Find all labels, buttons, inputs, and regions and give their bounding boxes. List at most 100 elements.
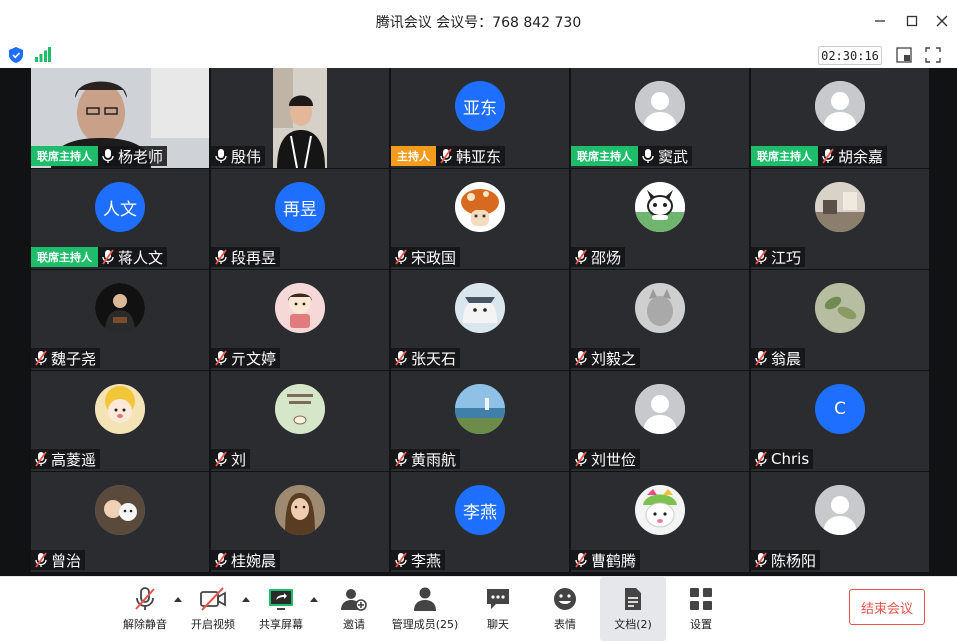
participant-tile[interactable]: 翁晨: [751, 270, 929, 370]
fullscreen-icon[interactable]: [925, 47, 941, 63]
end-meeting-button[interactable]: 结束会议: [849, 589, 925, 625]
participant-tile[interactable]: 黄雨航: [391, 371, 569, 471]
participant-tile[interactable]: 高菱遥: [31, 371, 209, 471]
start-video-button[interactable]: 开启视频: [186, 577, 240, 641]
initials-avatar: C: [815, 384, 865, 434]
participant-name: 杨老师: [118, 147, 164, 166]
nameplate: 桂婉晨: [211, 550, 281, 570]
participant-tile[interactable]: 刘: [211, 371, 389, 471]
participant-name-box: 翁晨: [751, 348, 806, 368]
participant-name: 胡余嘉: [838, 147, 884, 166]
participant-name-box: 刘: [211, 449, 251, 469]
participant-tile[interactable]: 亓文婷: [211, 270, 389, 370]
participant-tile[interactable]: 张天石: [391, 270, 569, 370]
video-options-caret[interactable]: [242, 597, 250, 602]
manage-members-label: 管理成员(25): [391, 618, 459, 631]
video-off-icon: [199, 585, 227, 613]
default-avatar: [635, 81, 685, 131]
documents-button[interactable]: 文档(2): [600, 577, 666, 641]
audio-options-caret[interactable]: [174, 597, 182, 602]
nameplate: 亓文婷: [211, 348, 281, 368]
participant-name-box: 蒋人文: [98, 247, 168, 267]
invite-label: 邀请: [343, 618, 365, 631]
participant-name: 亓文婷: [231, 349, 277, 368]
nameplate: 刘世俭: [571, 449, 641, 469]
participant-tile[interactable]: 刘世俭: [571, 371, 749, 471]
participant-name-box: 江巧: [751, 247, 806, 267]
participant-name-box: 亓文婷: [211, 348, 281, 368]
default-user-icon: [635, 384, 685, 434]
participant-tile[interactable]: C Chris: [751, 371, 929, 471]
nameplate: 邵炀: [571, 247, 626, 267]
participant-name: 刘世俭: [591, 450, 637, 469]
meeting-toolbar: 解除静音 开启视频 共享屏幕 邀请 管理成员(25) 聊天 表情 文档(2) 设…: [0, 576, 957, 641]
participant-tile[interactable]: 曾治: [31, 472, 209, 572]
maximize-button[interactable]: [899, 8, 925, 34]
default-avatar: [815, 485, 865, 535]
nameplate: 段再昱: [211, 247, 281, 267]
grid-settings-icon: [687, 585, 715, 613]
participant-tile[interactable]: 联席主持人 杨老师: [31, 68, 209, 168]
participant-tile[interactable]: 李燕 李燕: [391, 472, 569, 572]
settings-label: 设置: [690, 618, 712, 631]
participant-tile[interactable]: 再昱 段再昱: [211, 169, 389, 269]
mic-icon: [642, 149, 654, 163]
share-options-caret[interactable]: [310, 597, 318, 602]
participant-name: 窦武: [658, 147, 689, 166]
video-grid: 联席主持人 杨老师 殷伟 亚东 主持人 韩亚东 联席主持人 窦武 联席主持人 胡余嘉人文 联席主持人…: [0, 68, 957, 576]
sad-cartoon-avatar: [635, 485, 685, 535]
muted-mic-icon: [822, 148, 834, 164]
unmute-button[interactable]: 解除静音: [118, 577, 172, 641]
security-shield-icon[interactable]: [9, 47, 23, 63]
participant-tile[interactable]: 江巧: [751, 169, 929, 269]
participant-name-box: 窦武: [638, 146, 693, 166]
participant-name: 高菱遥: [51, 450, 97, 469]
start-video-label: 开启视频: [191, 618, 235, 631]
reactions-button[interactable]: 表情: [545, 577, 585, 641]
chat-label: 聊天: [487, 618, 509, 631]
nameplate: 张天石: [391, 348, 461, 368]
muted-mic-icon: [755, 451, 767, 467]
layout-switch-icon[interactable]: [896, 47, 912, 63]
participant-tile[interactable]: 魏子尧: [31, 270, 209, 370]
participant-tile[interactable]: 殷伟: [211, 68, 389, 168]
husky-avatar: [635, 182, 685, 232]
participant-name-box: 陈杨阳: [751, 550, 821, 570]
participant-tile[interactable]: 联席主持人 窦武: [571, 68, 749, 168]
participant-name-box: 李燕: [391, 550, 446, 570]
close-button[interactable]: [929, 8, 955, 34]
chat-button[interactable]: 聊天: [478, 577, 518, 641]
status-bar: 02:30:16: [0, 42, 957, 68]
nameplate: 刘: [211, 449, 251, 469]
participant-tile[interactable]: 邵炀: [571, 169, 749, 269]
close-icon: [936, 15, 948, 27]
default-avatar: [635, 384, 685, 434]
participant-name: 翁晨: [771, 349, 802, 368]
minimize-button[interactable]: [867, 8, 893, 34]
participant-name: 李燕: [411, 551, 442, 570]
muted-mic-icon: [755, 350, 767, 366]
cartoon-girl-avatar: [275, 283, 325, 333]
participant-tile[interactable]: 曹鹤腾: [571, 472, 749, 572]
muted-mic-icon: [395, 350, 407, 366]
manage-members-button[interactable]: 管理成员(25): [390, 577, 460, 641]
participant-tile[interactable]: 刘毅之: [571, 270, 749, 370]
reactions-label: 表情: [554, 618, 576, 631]
participant-tile[interactable]: 亚东 主持人 韩亚东: [391, 68, 569, 168]
participant-name: 魏子尧: [51, 349, 97, 368]
participant-name-box: Chris: [751, 449, 814, 469]
title-bar: 腾讯会议 会议号：768 842 730: [0, 0, 957, 42]
participant-name-box: 刘世俭: [571, 449, 641, 469]
participant-tile[interactable]: 人文 联席主持人 蒋人文: [31, 169, 209, 269]
participant-tile[interactable]: 联席主持人 胡余嘉: [751, 68, 929, 168]
default-user-icon: [815, 485, 865, 535]
share-screen-button[interactable]: 共享屏幕: [254, 577, 308, 641]
participant-tile[interactable]: 宋政国: [391, 169, 569, 269]
network-signal-icon[interactable]: [35, 47, 51, 62]
settings-button[interactable]: 设置: [681, 577, 721, 641]
participant-tile[interactable]: 桂婉晨: [211, 472, 389, 572]
nameplate: 黄雨航: [391, 449, 461, 469]
invite-button[interactable]: 邀请: [334, 577, 374, 641]
participant-tile[interactable]: 陈杨阳: [751, 472, 929, 572]
participant-name-box: 胡余嘉: [818, 146, 888, 166]
